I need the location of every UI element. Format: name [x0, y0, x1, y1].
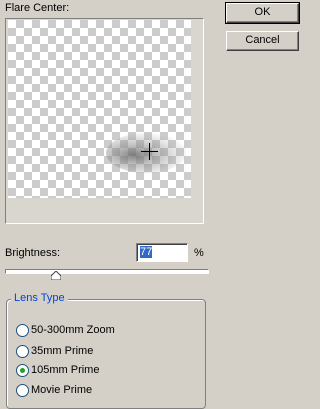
- ok-button[interactable]: OK: [225, 2, 300, 24]
- radio-selected-dot: [20, 368, 25, 373]
- brightness-slider-track[interactable]: [5, 269, 209, 274]
- lens-option-label: Movie Prime: [31, 384, 93, 396]
- lens-option-label: 105mm Prime: [31, 364, 100, 376]
- brightness-label: Brightness:: [5, 247, 61, 259]
- radio-button[interactable]: [16, 345, 29, 358]
- percent-unit-label: %: [194, 247, 204, 259]
- lens-option-label: 50-300mm Zoom: [31, 324, 115, 336]
- radio-button-selected[interactable]: [16, 364, 29, 377]
- radio-button[interactable]: [16, 384, 29, 397]
- brightness-input[interactable]: 77: [136, 243, 188, 262]
- brightness-slider-thumb[interactable]: [50, 271, 61, 280]
- crosshair-icon[interactable]: [141, 143, 158, 160]
- flare-center-label: Flare Center:: [5, 2, 70, 14]
- radio-button[interactable]: [16, 324, 29, 337]
- lens-option-label: 35mm Prime: [31, 345, 94, 357]
- flare-preview-canvas[interactable]: [8, 20, 191, 198]
- lens-type-legend: Lens Type: [11, 292, 68, 304]
- brightness-value: 77: [140, 246, 153, 258]
- cancel-button[interactable]: Cancel: [226, 31, 299, 51]
